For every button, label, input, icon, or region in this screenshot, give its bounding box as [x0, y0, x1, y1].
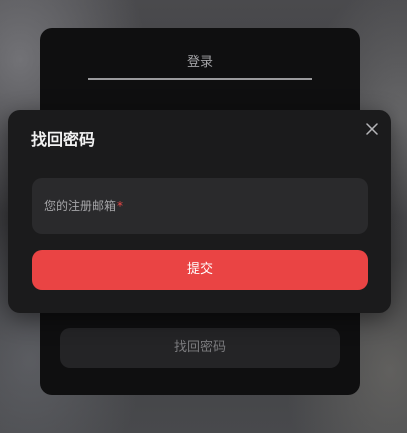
email-field[interactable]: 您的注册邮箱*: [32, 178, 368, 234]
tab-login[interactable]: 登录: [88, 52, 312, 80]
email-field-label: 您的注册邮箱*: [44, 197, 123, 215]
required-mark: *: [117, 199, 124, 213]
modal-title: 找回密码: [31, 130, 96, 149]
close-icon[interactable]: [365, 122, 379, 136]
find-password-modal: 找回密码 您的注册邮箱* 提交: [8, 110, 391, 313]
submit-button[interactable]: 提交: [32, 250, 368, 290]
find-password-button[interactable]: 找回密码: [60, 328, 340, 368]
email-label-text: 您的注册邮箱: [44, 199, 117, 213]
